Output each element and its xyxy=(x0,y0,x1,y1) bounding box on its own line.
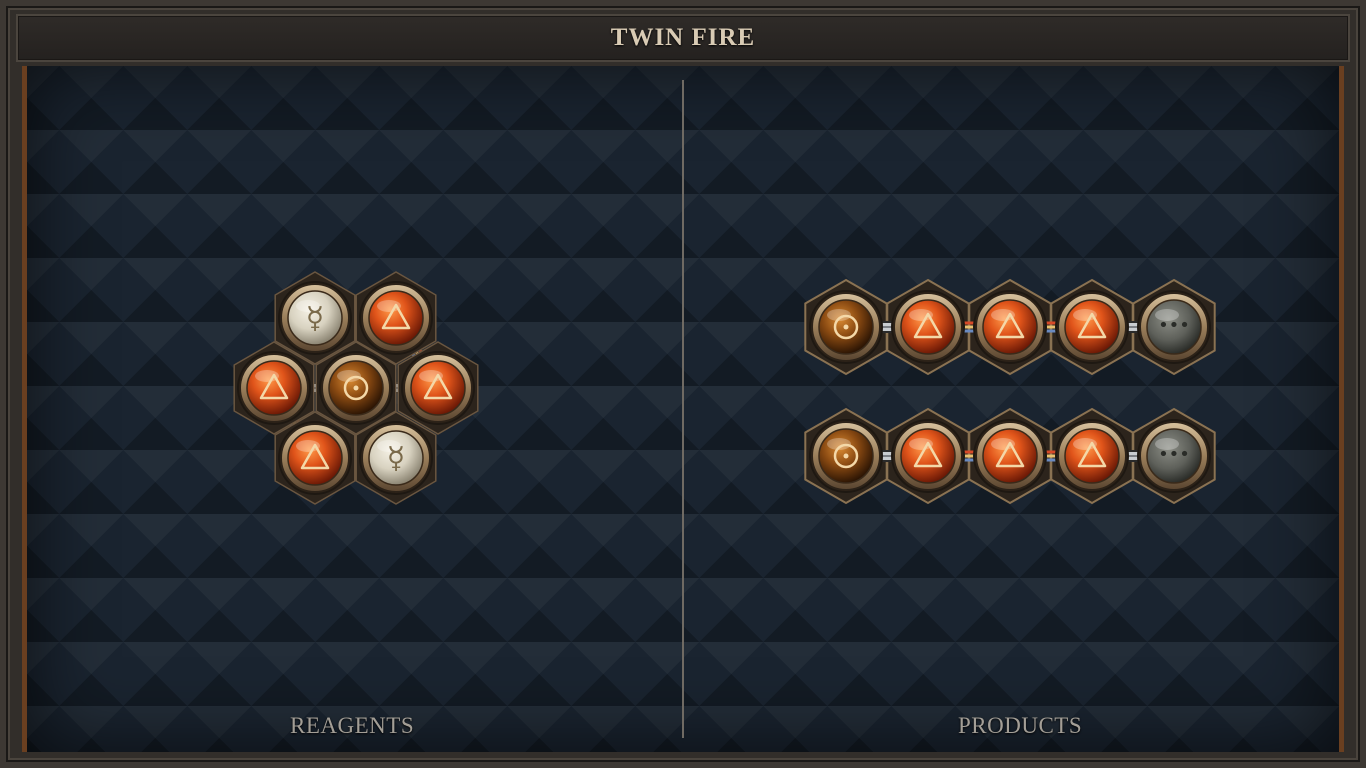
unknown-atom: ••• xyxy=(1137,419,1211,493)
fire-atom xyxy=(359,281,433,355)
quicksilver-atom: ☿ xyxy=(359,421,433,495)
product-molecule: ••• xyxy=(804,278,1216,376)
unknown-atom: ••• xyxy=(1137,290,1211,364)
fire-atom xyxy=(891,290,965,364)
fire-atom xyxy=(237,351,311,425)
product-molecule: ••• xyxy=(804,407,1216,505)
reagents-molecule: ☿☿ xyxy=(233,271,479,505)
products-label: PRODUCTS xyxy=(958,713,1083,738)
quicksilver-symbol-icon: ☿ xyxy=(387,441,405,476)
quicksilver-atom: ☿ xyxy=(278,281,352,355)
salt-atom xyxy=(319,351,393,425)
unknown-symbol-icon: ••• xyxy=(1158,315,1190,336)
fire-atom xyxy=(973,290,1047,364)
molecule-canvas: ☿☿ •••••• xyxy=(233,271,1216,505)
salt-atom xyxy=(809,419,883,493)
fire-atom xyxy=(1055,419,1129,493)
fire-atom xyxy=(891,419,965,493)
unknown-symbol-icon: ••• xyxy=(1158,444,1190,465)
fire-atom xyxy=(973,419,1047,493)
products-molecules: ••• ••• xyxy=(804,278,1216,505)
quicksilver-symbol-icon: ☿ xyxy=(306,301,324,336)
fire-atom xyxy=(278,421,352,495)
fire-atom xyxy=(401,351,475,425)
salt-atom xyxy=(809,290,883,364)
reagents-label: REAGENTS xyxy=(290,713,415,738)
fire-atom xyxy=(1055,290,1129,364)
